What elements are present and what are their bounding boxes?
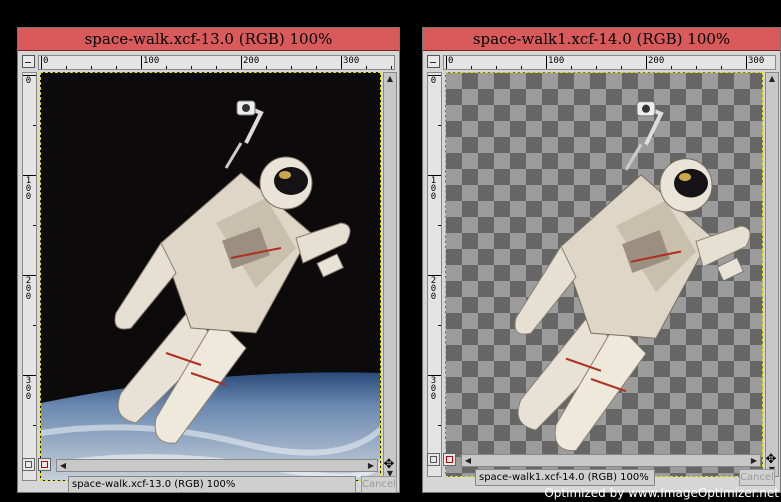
ruler-label: 200 xyxy=(648,56,665,66)
scroll-right-icon[interactable]: ▶ xyxy=(749,455,759,466)
menu-arrow-button[interactable] xyxy=(22,55,35,68)
ruler-label: 300 xyxy=(430,376,437,402)
image-canvas[interactable] xyxy=(40,72,381,481)
astronaut-cutout xyxy=(446,73,763,477)
horizontal-scrollbar[interactable]: ◀ ▶ xyxy=(56,459,378,472)
ruler-label: 0 xyxy=(43,56,49,66)
ruler-label: 300 xyxy=(25,376,32,402)
ruler-label: 100 xyxy=(25,176,32,202)
status-bar: space-walk1.xcf-14.0 (RGB) 100% xyxy=(475,469,655,486)
ruler-label: 200 xyxy=(25,276,32,302)
image-window-1: space-walk.xcf-13.0 (RGB) 100% 0 100 200… xyxy=(17,27,400,493)
scroll-up-icon[interactable]: ▲ xyxy=(385,74,395,84)
scroll-up-icon[interactable]: ▲ xyxy=(767,74,777,84)
vertical-ruler[interactable]: 0 100 200 300 xyxy=(22,72,37,481)
horizontal-ruler[interactable]: 0 100 200 300 xyxy=(38,55,395,70)
window-title[interactable]: space-walk1.xcf-14.0 (RGB) 100% xyxy=(423,28,780,51)
quickmask-off-icon[interactable] xyxy=(22,458,35,471)
horizontal-ruler[interactable]: 0 100 200 300 xyxy=(443,55,776,70)
quickmask-on-icon[interactable] xyxy=(38,458,51,471)
watermark-text: Optimized by www.ImageOptimizer.net xyxy=(544,486,779,500)
navigate-icon[interactable]: ✥ xyxy=(382,458,396,472)
ruler-label: 0 xyxy=(25,76,32,86)
scroll-right-icon[interactable]: ▶ xyxy=(366,460,376,471)
window-title[interactable]: space-walk.xcf-13.0 (RGB) 100% xyxy=(18,28,399,51)
scroll-left-icon[interactable]: ◀ xyxy=(463,455,473,466)
vertical-scrollbar[interactable]: ▲ ▼ xyxy=(765,72,779,477)
quickmask-on-icon[interactable] xyxy=(443,453,456,466)
status-bar: space-walk.xcf-13.0 (RGB) 100% xyxy=(68,476,356,493)
image-window-2: space-walk1.xcf-14.0 (RGB) 100% 0 100 20… xyxy=(422,27,781,493)
image-canvas[interactable] xyxy=(445,72,763,477)
ruler-label: 300 xyxy=(748,56,765,66)
ruler-label: 300 xyxy=(343,56,360,66)
astronaut-photo xyxy=(41,99,380,480)
scroll-left-icon[interactable]: ◀ xyxy=(58,460,68,471)
ruler-label: 0 xyxy=(448,56,454,66)
navigate-icon[interactable]: ✥ xyxy=(764,453,778,467)
ruler-label: 100 xyxy=(430,176,437,202)
vertical-scrollbar[interactable]: ▲ ▼ xyxy=(383,72,397,481)
horizontal-scrollbar[interactable]: ◀ ▶ xyxy=(461,454,761,467)
cancel-button[interactable]: Cancel xyxy=(739,469,775,486)
ruler-label: 100 xyxy=(548,56,565,66)
ruler-label: 100 xyxy=(143,56,160,66)
ruler-label: 0 xyxy=(430,76,437,86)
ruler-label: 200 xyxy=(243,56,260,66)
ruler-label: 200 xyxy=(430,276,437,302)
menu-arrow-button[interactable] xyxy=(427,55,440,68)
quickmask-off-icon[interactable] xyxy=(427,453,440,466)
cancel-button[interactable]: Cancel xyxy=(361,476,397,493)
vertical-ruler[interactable]: 0 100 200 300 xyxy=(427,72,442,477)
